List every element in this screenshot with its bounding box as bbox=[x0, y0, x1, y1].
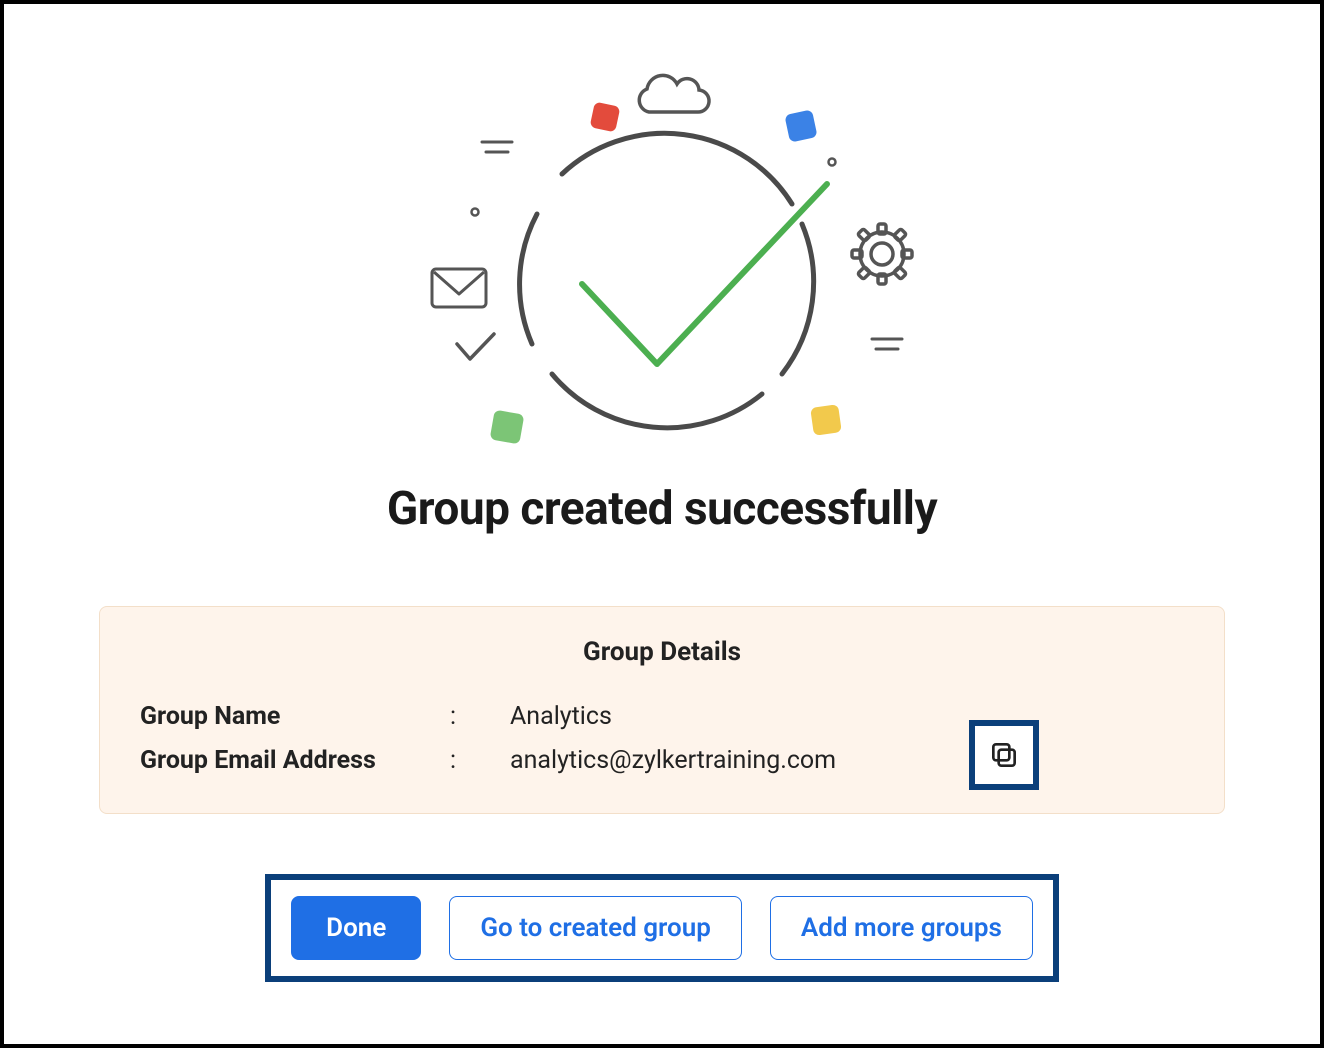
group-name-value: Analytics bbox=[510, 695, 1184, 739]
group-details-heading: Group Details bbox=[140, 637, 1184, 667]
go-to-created-group-button[interactable]: Go to created group bbox=[449, 896, 742, 960]
group-email-label: Group Email Address bbox=[140, 739, 450, 783]
success-illustration bbox=[4, 44, 1320, 464]
colon: : bbox=[450, 695, 510, 739]
dialog-frame: Group created successfully Group Details… bbox=[0, 0, 1324, 1048]
copy-icon bbox=[988, 739, 1020, 771]
group-email-value: analytics@zylkertraining.com bbox=[510, 739, 1184, 783]
add-more-groups-button[interactable]: Add more groups bbox=[770, 896, 1033, 960]
colon: : bbox=[450, 739, 510, 783]
page-title: Group created successfully bbox=[4, 482, 1320, 536]
group-details-panel: Group Details Group Name : Analytics Gro… bbox=[99, 606, 1225, 814]
done-button[interactable]: Done bbox=[291, 896, 421, 960]
copy-email-button[interactable] bbox=[969, 720, 1039, 790]
group-name-label: Group Name bbox=[140, 695, 450, 739]
actions-area: Done Go to created group Add more groups bbox=[4, 874, 1320, 982]
actions-highlight-box: Done Go to created group Add more groups bbox=[265, 874, 1059, 982]
success-illustration-svg bbox=[382, 44, 942, 464]
